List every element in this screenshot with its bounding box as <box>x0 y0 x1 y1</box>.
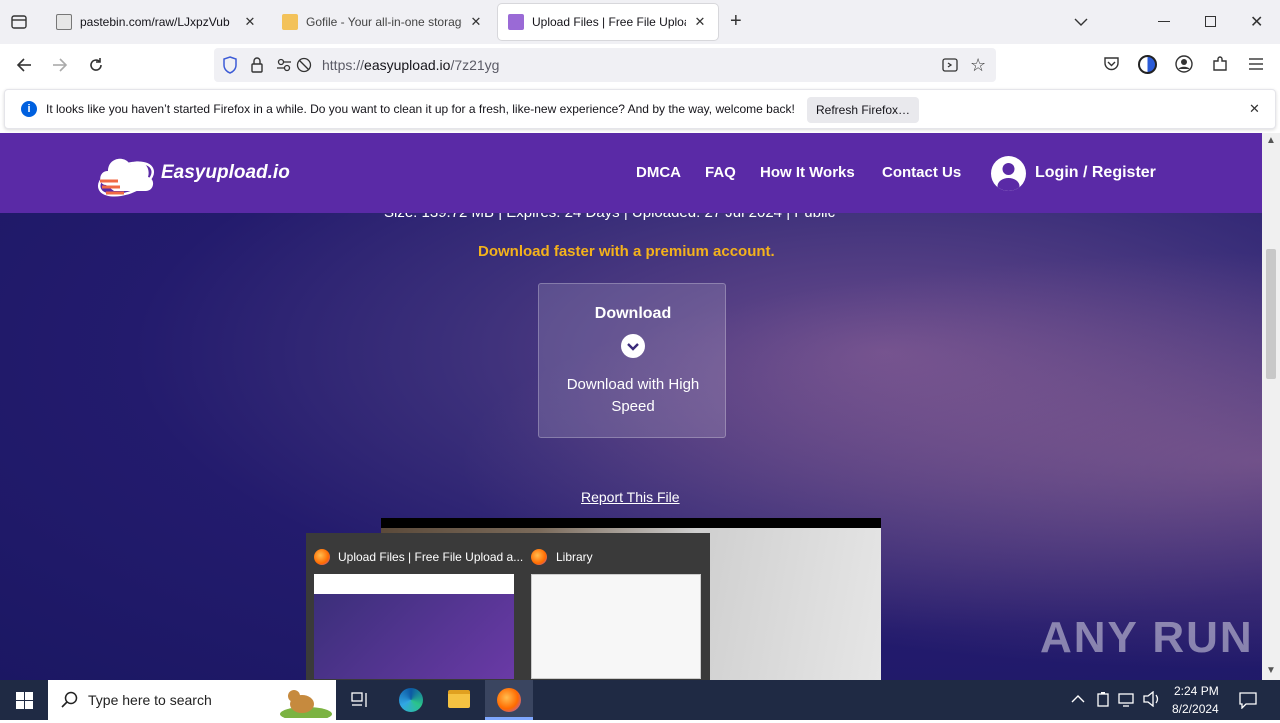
refresh-firefox-button[interactable]: Refresh Firefox… <box>807 97 919 123</box>
preview-thumbnail <box>314 574 514 679</box>
extensions-puzzle-icon[interactable] <box>1211 55 1229 78</box>
extension-icon[interactable] <box>1138 55 1157 74</box>
tab-title: pastebin.com/raw/LJxpzVub <box>80 15 230 29</box>
preview-thumbnail <box>531 574 701 679</box>
taskbar-search-box[interactable]: Type here to search <box>48 680 336 721</box>
page-scrollbar[interactable]: ▲ ▼ <box>1262 133 1280 680</box>
menu-how-it-works[interactable]: How It Works <box>760 164 855 181</box>
site-header: Easyupload.io DMCA FAQ How It Works Cont… <box>0 133 1262 213</box>
easyupload-icon <box>508 14 524 30</box>
search-icon <box>61 691 79 714</box>
download-button[interactable]: Download Download with High Speed <box>538 283 726 438</box>
tab-easyupload[interactable]: Upload Files | Free File Upload a ✕ <box>498 4 718 40</box>
close-tab-icon[interactable]: ✕ <box>242 14 258 30</box>
url-text: https://easyupload.io/7z21yg <box>322 57 500 73</box>
user-avatar-icon[interactable] <box>991 156 1026 191</box>
navigation-bar: https://easyupload.io/7z21yg ☆ <box>0 44 1280 86</box>
firefox-icon <box>314 549 330 565</box>
menu-contact-us[interactable]: Contact Us <box>882 164 961 181</box>
site-logo-text[interactable]: Easyupload.io <box>161 162 290 184</box>
permissions-icon[interactable] <box>276 57 292 78</box>
scrollbar-thumb[interactable] <box>1266 249 1276 379</box>
clock-date[interactable]: 8/2/2024 <box>1172 702 1219 716</box>
pocket-icon[interactable] <box>1103 56 1120 77</box>
tab-bar: pastebin.com/raw/LJxpzVub ✕ Gofile - You… <box>0 0 1280 44</box>
search-placeholder: Type here to search <box>88 692 212 708</box>
battery-icon[interactable] <box>1096 691 1110 710</box>
firefox-taskbar-button[interactable] <box>485 680 533 720</box>
login-register-link[interactable]: Login / Register <box>1035 164 1156 182</box>
download-title: Download <box>594 305 672 322</box>
account-icon[interactable] <box>1175 55 1193 78</box>
firefox-icon <box>531 549 547 565</box>
file-explorer-icon[interactable] <box>448 690 470 708</box>
chevron-down-icon[interactable] <box>1074 14 1088 32</box>
lock-icon[interactable] <box>250 56 264 79</box>
premium-link[interactable]: Download faster with a premium account. <box>478 243 775 260</box>
task-view-icon[interactable] <box>351 692 369 713</box>
scroll-up-icon[interactable]: ▲ <box>1266 135 1276 146</box>
preview-item-upload[interactable]: Upload Files | Free File Upload a... <box>314 541 523 679</box>
notification-text: It looks like you haven’t started Firefo… <box>46 102 795 116</box>
tab-title: Gofile - Your all-in-one storage <box>306 15 462 29</box>
info-icon: i <box>21 101 37 117</box>
new-tab-button[interactable]: + <box>730 10 742 33</box>
restore-button[interactable] <box>1205 16 1216 27</box>
windows-taskbar: Type here to search 2:24 PM 8/2/2024 <box>0 680 1280 721</box>
tab-title: Upload Files | Free File Upload a <box>532 15 686 29</box>
reload-button[interactable] <box>82 52 110 78</box>
menu-dmca[interactable]: DMCA <box>636 164 681 181</box>
search-highlight-image <box>276 684 332 721</box>
tab-gofile[interactable]: Gofile - Your all-in-one storage ✕ <box>272 4 494 40</box>
menu-faq[interactable]: FAQ <box>705 164 736 181</box>
taskbar-thumbnail-preview: Upload Files | Free File Upload a... Lib… <box>306 533 710 680</box>
reader-mode-icon[interactable] <box>942 57 958 78</box>
close-notification-icon[interactable]: ✕ <box>1249 101 1260 117</box>
chevron-down-circle-icon <box>621 334 645 358</box>
url-bar[interactable]: https://easyupload.io/7z21yg ☆ <box>214 48 996 82</box>
forward-button[interactable] <box>46 52 74 78</box>
tab-pastebin[interactable]: pastebin.com/raw/LJxpzVub ✕ <box>46 4 268 40</box>
shield-icon[interactable] <box>222 56 238 79</box>
tab-list-icon[interactable] <box>10 13 28 31</box>
close-tab-icon[interactable]: ✕ <box>692 14 708 30</box>
gofile-icon <box>282 14 298 30</box>
tracking-blocked-icon[interactable] <box>296 57 312 78</box>
menu-hamburger-icon[interactable] <box>1249 57 1263 75</box>
anyrun-watermark: ANY RUN <box>1040 613 1254 662</box>
preview-title: Library <box>556 550 593 564</box>
edge-icon[interactable] <box>399 688 423 712</box>
minimize-button[interactable] <box>1158 21 1170 22</box>
report-file-link[interactable]: Report This File <box>581 489 680 505</box>
logo-cloud-icon[interactable] <box>96 145 158 206</box>
firefox-icon <box>497 688 521 712</box>
download-subtitle: Download with High Speed <box>566 376 700 415</box>
bookmark-star-icon[interactable]: ☆ <box>970 55 986 76</box>
preview-item-library[interactable]: Library <box>531 541 706 679</box>
pastebin-icon <box>56 14 72 30</box>
preview-title: Upload Files | Free File Upload a... <box>338 550 524 564</box>
close-window-button[interactable]: ✕ <box>1250 12 1263 32</box>
close-tab-icon[interactable]: ✕ <box>468 14 484 30</box>
clock-time[interactable]: 2:24 PM <box>1174 684 1219 698</box>
network-icon[interactable] <box>1118 691 1136 710</box>
windows-start-icon[interactable] <box>16 692 33 714</box>
back-button[interactable] <box>10 52 38 78</box>
volume-icon[interactable] <box>1143 690 1161 710</box>
tray-chevron-up-icon[interactable] <box>1071 692 1085 707</box>
scroll-down-icon[interactable]: ▼ <box>1266 665 1276 676</box>
notification-bar: i It looks like you haven’t started Fire… <box>4 89 1276 129</box>
notifications-icon[interactable] <box>1239 691 1257 712</box>
